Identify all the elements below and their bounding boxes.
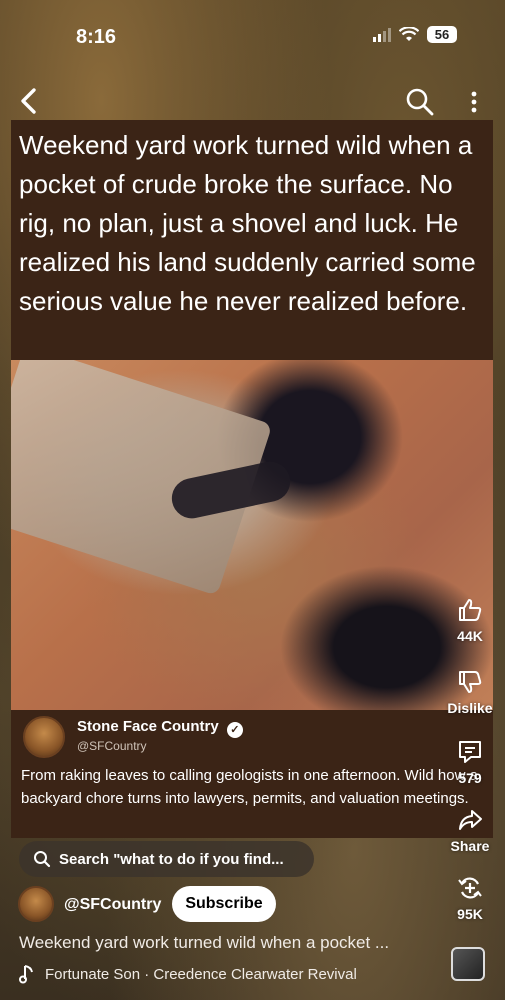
music-track: Fortunate Son · Creedence Clearwater Rev… <box>45 965 357 983</box>
status-icons: 56 <box>373 26 457 43</box>
top-nav <box>0 82 505 122</box>
chevron-left-icon <box>21 88 36 114</box>
subscribe-button[interactable]: Subscribe <box>172 886 276 922</box>
share-label: Share <box>450 838 490 854</box>
remix-button[interactable]: 95K <box>436 874 504 922</box>
post-author-name: Stone Face Country <box>77 718 219 735</box>
status-time: 8:16 <box>76 26 117 48</box>
channel-avatar[interactable] <box>18 886 54 922</box>
share-button[interactable]: Share <box>436 806 504 854</box>
caption-text: Weekend yard work turned wild when a poc… <box>19 130 476 316</box>
music-note-icon <box>19 965 33 984</box>
battery-indicator: 56 <box>427 26 457 43</box>
wifi-icon <box>399 26 419 41</box>
post-avatar <box>23 716 65 758</box>
dislike-button[interactable]: Dislike <box>436 668 504 716</box>
comment-count: 579 <box>458 770 482 786</box>
post-handle: @SFCountry <box>77 739 147 753</box>
comment-icon <box>459 741 481 763</box>
search-suggestion-chip[interactable]: Search "what to do if you find... <box>19 841 314 877</box>
share-arrow-icon <box>459 810 482 830</box>
video-frame[interactable] <box>11 360 493 710</box>
status-bar: 8:16 56 <box>0 0 505 70</box>
search-icon <box>406 88 434 116</box>
like-button[interactable]: 44K <box>436 596 504 644</box>
post-author: Stone Face Country ✓ <box>77 718 243 738</box>
more-options-button[interactable] <box>462 86 486 118</box>
search-icon <box>34 851 51 868</box>
search-button[interactable] <box>404 86 436 118</box>
music-row[interactable]: Fortunate Son · Creedence Clearwater Rev… <box>19 964 357 984</box>
post-body: From raking leaves to calling geologists… <box>21 767 478 807</box>
like-count: 44K <box>457 628 483 644</box>
back-button[interactable] <box>16 84 44 118</box>
video-description[interactable]: Weekend yard work turned wild when a poc… <box>19 933 389 953</box>
channel-handle[interactable]: @SFCountry <box>64 896 161 914</box>
thumbs-up-icon <box>459 599 482 621</box>
music-thumbnail[interactable] <box>451 947 485 981</box>
thumbs-down-icon <box>459 671 482 693</box>
dislike-label: Dislike <box>447 700 493 716</box>
verified-badge-icon: ✓ <box>226 722 243 738</box>
remix-icon <box>458 877 482 899</box>
video-caption: Weekend yard work turned wild when a poc… <box>11 120 493 360</box>
channel-row: @SFCountry Subscribe <box>18 886 418 924</box>
search-suggestion-text: Search "what to do if you find... <box>59 850 284 868</box>
cellular-signal-icon <box>373 27 391 42</box>
more-vertical-icon <box>471 91 477 113</box>
comments-button[interactable]: 579 <box>436 738 504 786</box>
embedded-post: Stone Face Country ✓ @SFCountry From rak… <box>11 710 493 838</box>
remix-count: 95K <box>457 906 483 922</box>
